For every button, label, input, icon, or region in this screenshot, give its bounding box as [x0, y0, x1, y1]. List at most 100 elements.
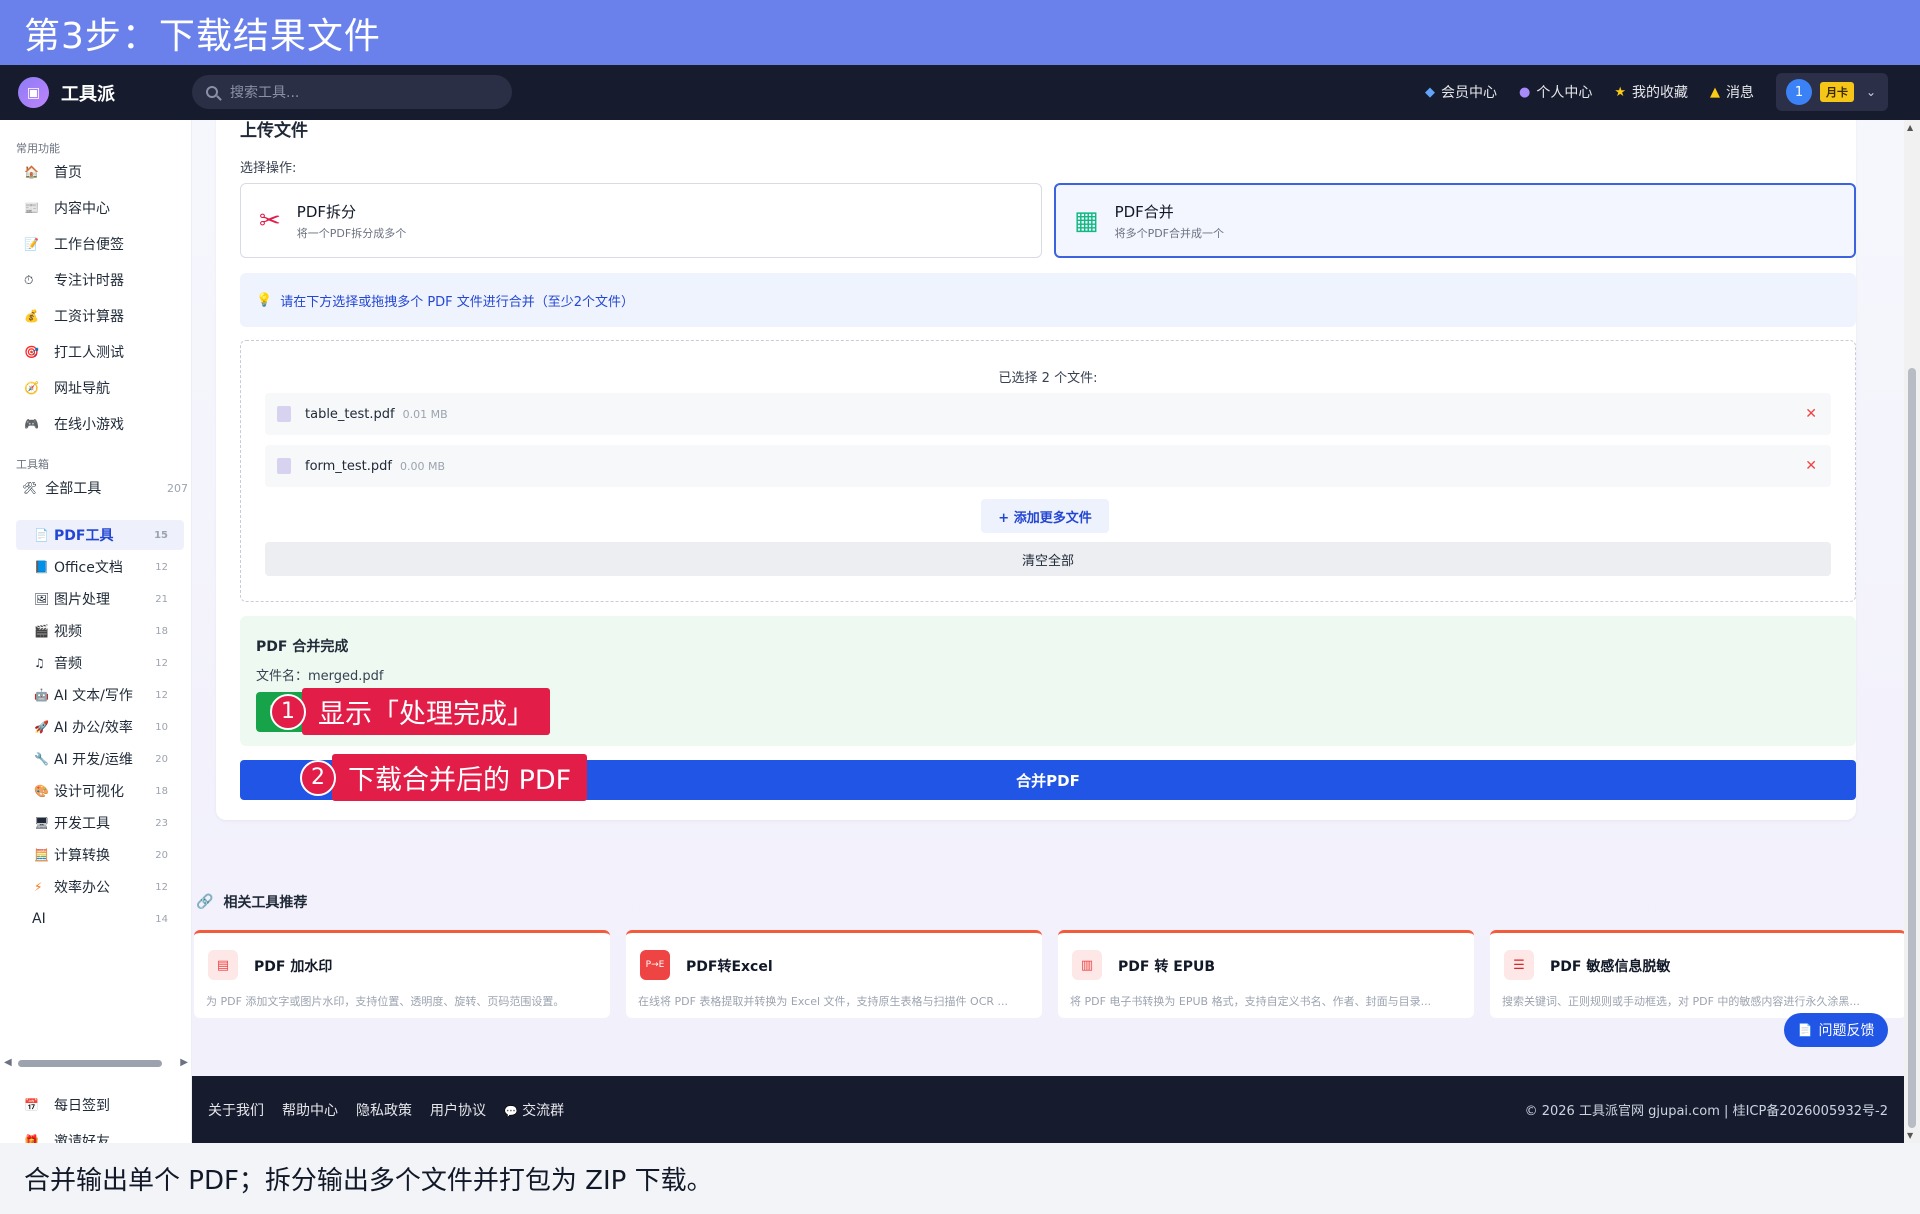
- avatar: 1: [1786, 79, 1812, 105]
- related-tool-card[interactable]: P→E PDF转Excel 在线将 PDF 表格提取并转换为 Excel 文件，…: [626, 930, 1042, 1018]
- card-title: 上传文件: [240, 121, 308, 141]
- sidebar-item-nav[interactable]: 🧭 网址导航: [24, 378, 110, 398]
- logo[interactable]: ▣ 工具派: [18, 77, 115, 108]
- sidebar-item-label: 邀请好友: [54, 1134, 110, 1143]
- sidebar-item-audio[interactable]: ♫ 音频 12: [16, 648, 184, 678]
- category-count: 12: [155, 561, 168, 573]
- sidebar-item-checkin[interactable]: 📅 每日签到: [24, 1095, 110, 1115]
- step-banner: 第3步：下载结果文件: [0, 0, 1920, 65]
- sidebar-item-office[interactable]: 📘 Office文档 12: [16, 552, 184, 582]
- sidebar-item-ai-dev[interactable]: 🔧 AI 开发/运维 20: [16, 744, 184, 774]
- footer-link-help[interactable]: 帮助中心: [282, 1100, 338, 1120]
- sidebar-item-ai[interactable]: AI 14: [16, 904, 184, 934]
- nav-messages[interactable]: ▲ 消息: [1710, 82, 1754, 102]
- lightbulb-icon: 💡: [256, 292, 273, 308]
- scrollbar-thumb[interactable]: [18, 1060, 162, 1067]
- footer-link-about[interactable]: 关于我们: [208, 1100, 264, 1120]
- related-tool-card[interactable]: ☰ PDF 敏感信息脱敏 搜索关键词、正则规则或手动框选，对 PDF 中的敏感内…: [1490, 930, 1904, 1018]
- monitor-icon: 🖥: [34, 816, 50, 830]
- sidebar-item-invite[interactable]: 🎁 邀请好友: [24, 1131, 110, 1143]
- step-caption: 合并输出单个 PDF；拆分输出多个文件并打包为 ZIP 下载。: [0, 1143, 1920, 1214]
- sidebar-item-label: 在线小游戏: [54, 417, 124, 433]
- nav-link-label: 消息: [1726, 85, 1754, 101]
- footer-link-group[interactable]: 💬 交流群: [504, 1100, 564, 1120]
- result-filename: 文件名：merged.pdf: [256, 669, 384, 684]
- op-pdf-split[interactable]: ✂ PDF拆分 将一个PDF拆分成多个: [240, 183, 1042, 258]
- sidebar-item-all-tools[interactable]: 🛠 全部工具 207: [22, 478, 188, 498]
- sidebar-item-notes[interactable]: 📝 工作台便签: [24, 234, 124, 254]
- clear-all-button[interactable]: 清空全部: [265, 542, 1831, 576]
- operation-label: 选择操作:: [240, 161, 297, 176]
- footer-group-label: 交流群: [522, 1102, 565, 1119]
- remove-file-icon[interactable]: ✕: [1805, 406, 1817, 422]
- sidebar-item-ai-office[interactable]: 🚀 AI 办公/效率 10: [16, 712, 184, 742]
- sidebar-item-efficiency[interactable]: ⚡ 效率办公 12: [16, 872, 184, 902]
- category-label: 视频: [54, 624, 82, 640]
- category-label: 图片处理: [54, 592, 110, 608]
- scrollbar-thumb[interactable]: [1908, 368, 1916, 1128]
- footer-link-privacy[interactable]: 隐私政策: [356, 1100, 412, 1120]
- search-input[interactable]: 搜索工具...: [192, 75, 512, 109]
- sidebar-item-label: 工作台便签: [54, 237, 124, 253]
- sidebar-item-video[interactable]: 🎬 视频 18: [16, 616, 184, 646]
- scroll-up-icon[interactable]: ▲: [1907, 123, 1913, 132]
- related-tool-card[interactable]: ▥ PDF 转 EPUB 将 PDF 电子书转换为 EPUB 格式，支持自定义书…: [1058, 930, 1474, 1018]
- footer: 关于我们 帮助中心 隐私政策 用户协议 💬 交流群 © 2026 工具派官网 g…: [192, 1076, 1904, 1143]
- related-title-text: 相关工具推荐: [223, 895, 308, 911]
- category-label: 开发工具: [54, 816, 110, 832]
- category-count: 14: [155, 913, 168, 925]
- sidebar-item-design[interactable]: 🎨 设计可视化 18: [16, 776, 184, 806]
- user-icon: ●: [1519, 84, 1531, 100]
- scroll-right-icon[interactable]: ▶: [180, 1057, 188, 1068]
- file-name: table_test.pdf: [305, 406, 395, 422]
- nav-vip-center[interactable]: ◆ 会员中心: [1425, 82, 1497, 102]
- callout-number: 1: [270, 693, 306, 730]
- category-label: 音频: [54, 656, 82, 672]
- sidebar-horizontal-scrollbar[interactable]: ◀ ▶: [4, 1055, 188, 1069]
- category-label: 设计可视化: [54, 784, 124, 800]
- sidebar-item-image[interactable]: 🖼 图片处理 21: [16, 584, 184, 614]
- category-count: 20: [155, 753, 168, 765]
- footer-link-terms[interactable]: 用户协议: [430, 1100, 486, 1120]
- feedback-button[interactable]: 📄 问题反馈: [1784, 1013, 1888, 1047]
- callout-1: 1 显示「处理完成」: [270, 688, 550, 735]
- file-drop-zone[interactable]: 已选择 2 个文件: table_test.pdf 0.01 MB ✕ form…: [240, 340, 1856, 602]
- nav-favorites[interactable]: ★ 我的收藏: [1614, 82, 1688, 102]
- sidebar-item-worker-test[interactable]: 🎯 打工人测试: [24, 342, 124, 362]
- sidebar-item-label: 全部工具: [45, 481, 102, 497]
- gift-icon: 🎁: [24, 1134, 39, 1143]
- category-count: 21: [155, 593, 168, 605]
- sidebar-item-timer[interactable]: ⏱ 专注计时器: [24, 270, 124, 290]
- op-pdf-merge[interactable]: ▦ PDF合并 将多个PDF合并成一个: [1054, 183, 1856, 258]
- user-menu[interactable]: 1 月卡 ⌄: [1776, 73, 1888, 111]
- stack-icon: ▦: [1074, 205, 1099, 236]
- related-tool-card[interactable]: ▤ PDF 加水印 为 PDF 添加文字或图片水印，支持位置、透明度、旋转、页码…: [194, 930, 610, 1018]
- sidebar-item-salary[interactable]: 💰 工资计算器: [24, 306, 124, 326]
- sidebar-item-convert[interactable]: 🧮 计算转换 20: [16, 840, 184, 870]
- link-icon: 🔗: [196, 894, 214, 910]
- top-nav: ▣ 工具派 搜索工具... ◆ 会员中心 ● 个人中心 ★ 我的收藏 ▲ 消息 1 月卡…: [0, 65, 1920, 120]
- content-icon: 📰: [24, 201, 39, 215]
- nav-personal-center[interactable]: ● 个人中心: [1519, 82, 1592, 102]
- category-label: AI 文本/写作: [54, 688, 133, 704]
- palette-icon: 🎨: [34, 784, 49, 798]
- category-label: AI 办公/效率: [54, 720, 133, 736]
- sidebar-item-games[interactable]: 🎮 在线小游戏: [24, 414, 124, 434]
- sidebar-item-content[interactable]: 📰 内容中心: [24, 198, 110, 218]
- target-icon: 🎯: [24, 345, 39, 359]
- category-count: 12: [155, 657, 168, 669]
- sidebar-item-dev-tools[interactable]: 🖥 开发工具 23: [16, 808, 184, 838]
- home-icon: 🏠: [24, 165, 39, 179]
- sidebar-item-ai-writing[interactable]: 🤖 AI 文本/写作 12: [16, 680, 184, 710]
- vertical-scrollbar[interactable]: ▲ ▼: [1904, 120, 1920, 1143]
- scroll-down-icon[interactable]: ▼: [1907, 1131, 1913, 1140]
- sidebar-item-pdf-tools[interactable]: 📄 PDF工具 15: [16, 520, 184, 550]
- category-label: PDF工具: [54, 528, 114, 544]
- epub-icon: ▥: [1072, 950, 1102, 980]
- scroll-left-icon[interactable]: ◀: [4, 1057, 12, 1068]
- remove-file-icon[interactable]: ✕: [1805, 458, 1817, 474]
- add-more-files-button[interactable]: + 添加更多文件: [981, 499, 1109, 533]
- file-size: 0.00 MB: [400, 459, 446, 473]
- sidebar-item-home[interactable]: 🏠 首页: [24, 162, 82, 182]
- diamond-icon: ◆: [1425, 84, 1435, 100]
